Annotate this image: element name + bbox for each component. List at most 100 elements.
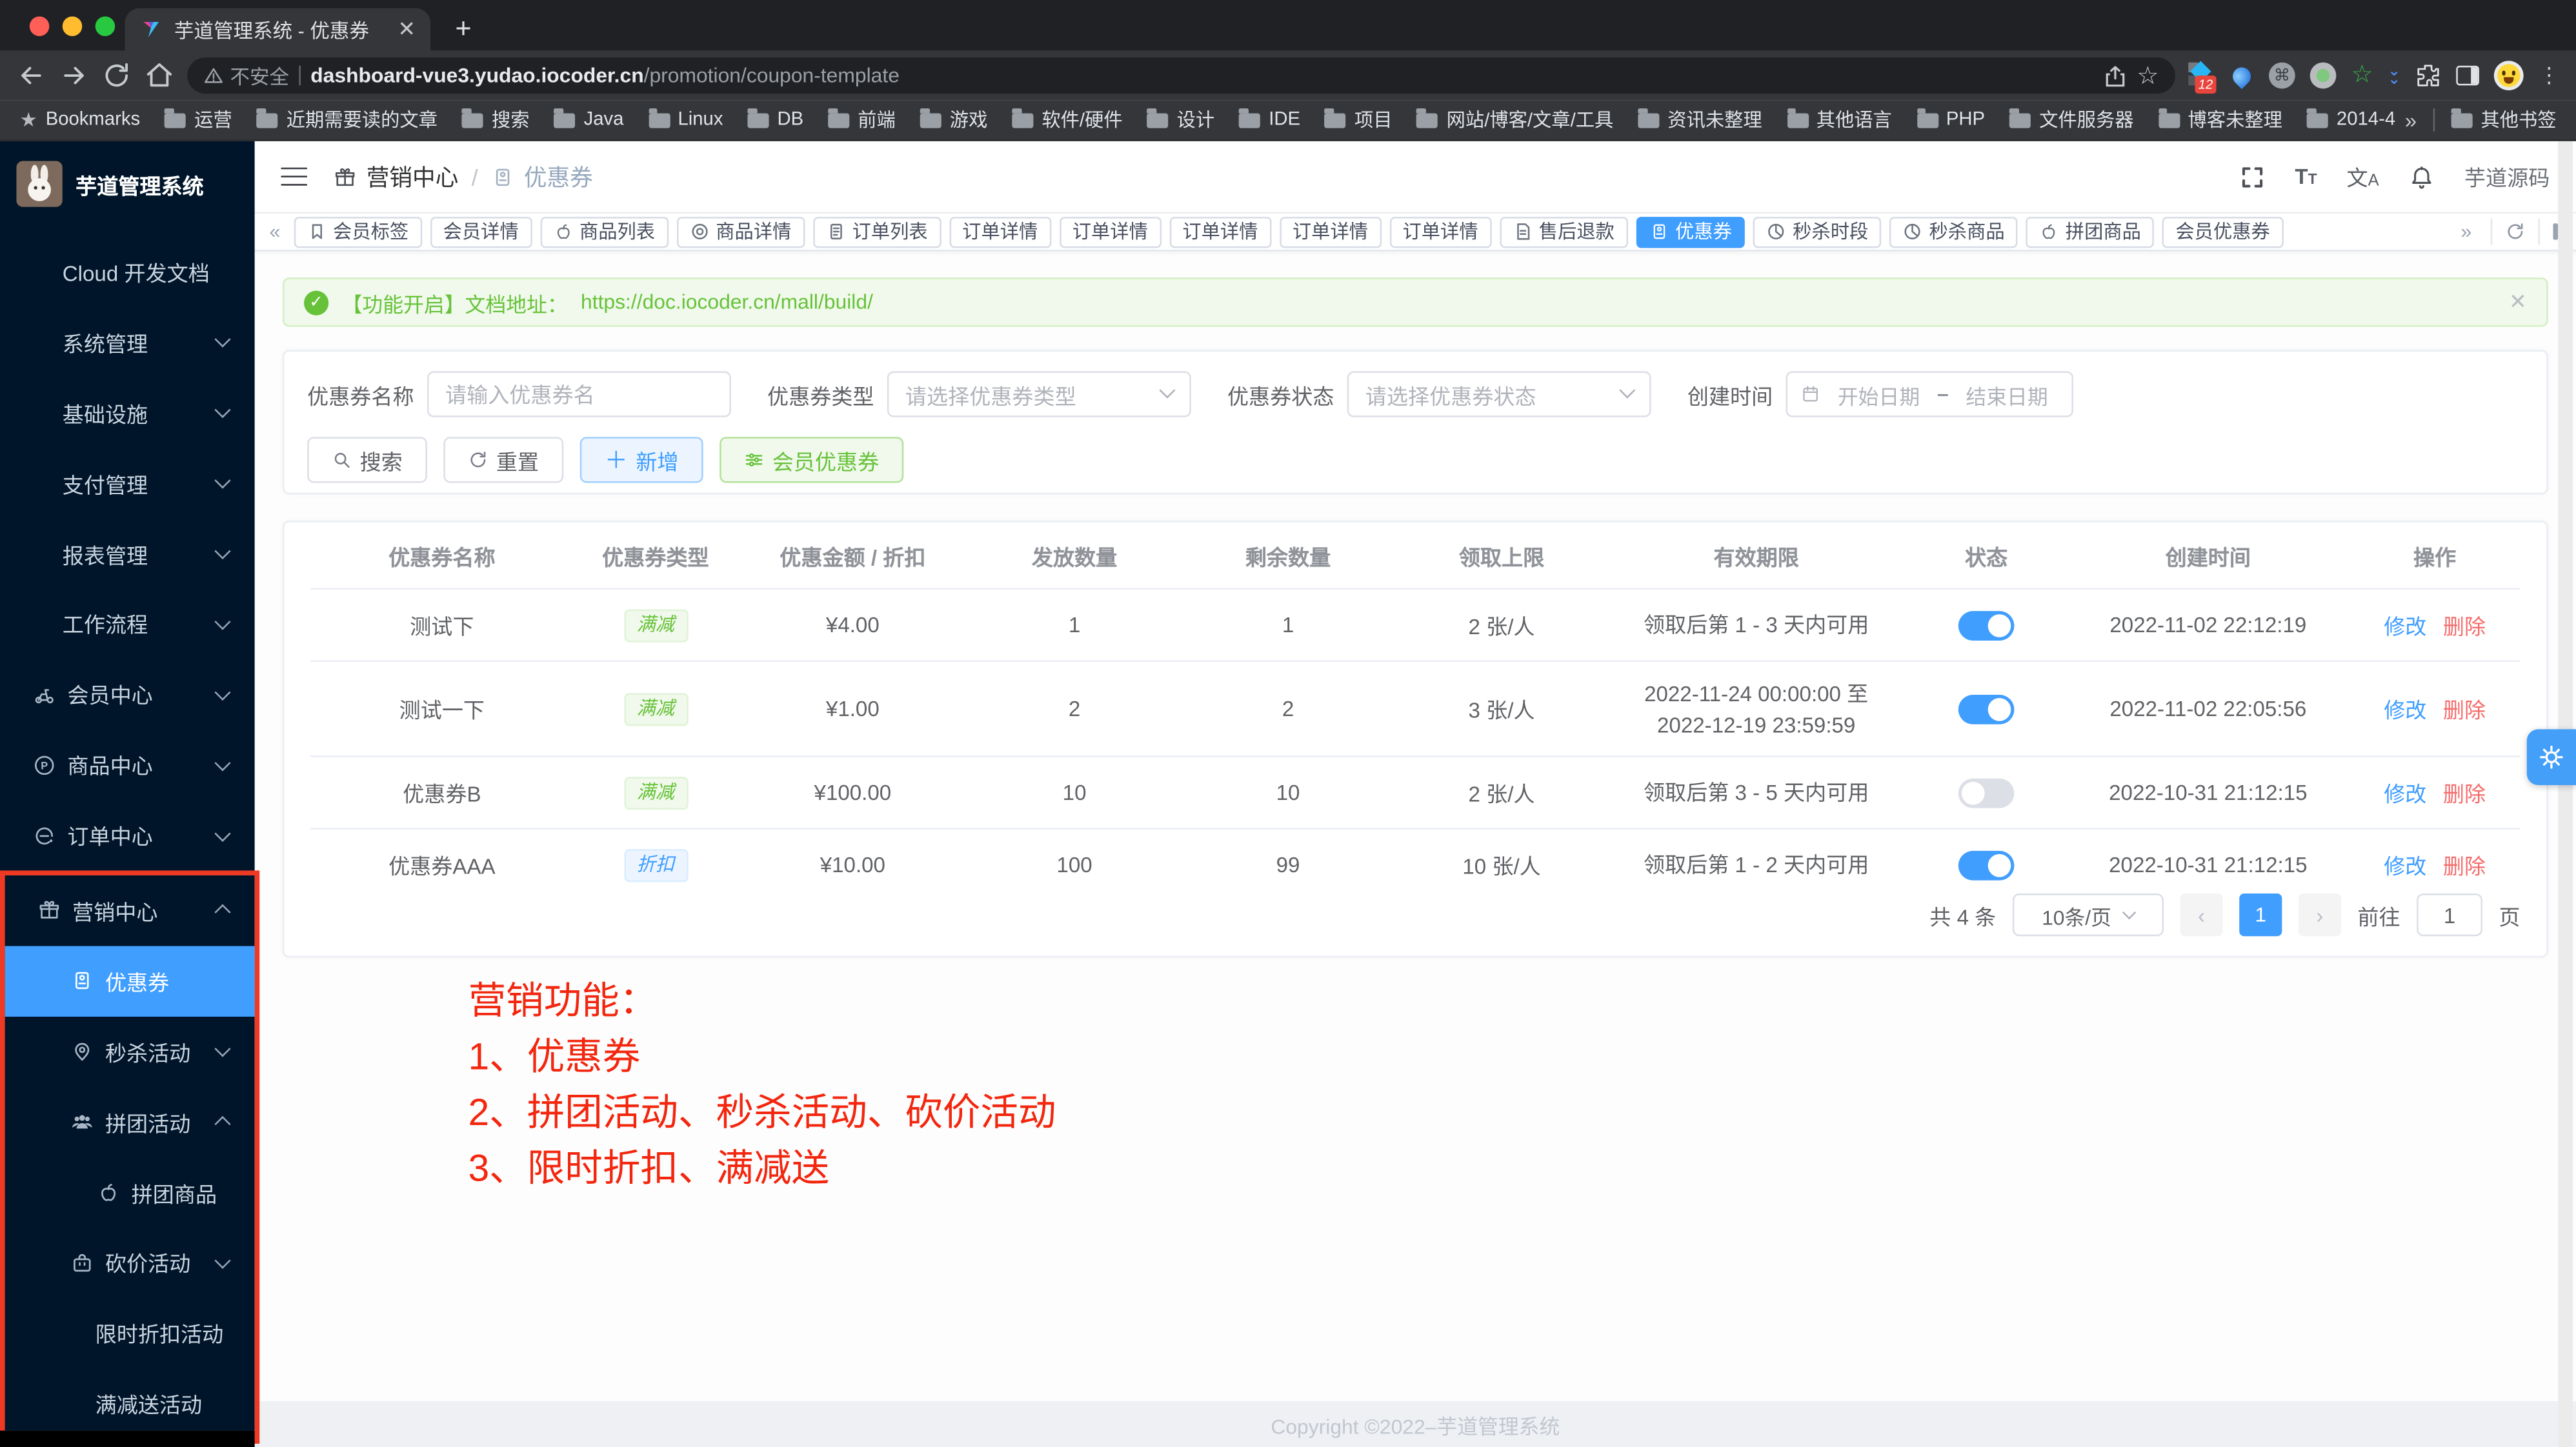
edit-link[interactable]: 修改 — [2384, 614, 2426, 639]
drop-extension-icon[interactable] — [2229, 63, 2255, 88]
bookmark-item[interactable]: DB — [748, 110, 804, 130]
settings-float-button[interactable] — [2527, 729, 2576, 785]
tag-tab-groupon-product[interactable]: 拼团商品 — [2026, 216, 2155, 247]
menu-fold-icon[interactable] — [281, 166, 307, 186]
notice-close-icon[interactable]: ✕ — [2509, 289, 2527, 315]
share-icon[interactable] — [2102, 63, 2127, 88]
notice-link[interactable]: https://doc.iocoder.cn/mall/build/ — [581, 291, 873, 314]
edit-link[interactable]: 修改 — [2384, 782, 2426, 806]
bookmark-item[interactable]: 软件/硬件 — [1012, 106, 1123, 133]
bookmark-item[interactable]: 运营 — [165, 106, 232, 133]
sidebar-item-report[interactable]: 报表管理 — [0, 518, 255, 588]
edit-link[interactable]: 修改 — [2384, 698, 2426, 723]
bookmark-item[interactable]: 设计 — [1147, 106, 1214, 133]
sidebar-item-payment[interactable]: 支付管理 — [0, 448, 255, 518]
bookmark-item[interactable]: 前端 — [828, 106, 895, 133]
refresh-icon[interactable] — [2504, 222, 2524, 242]
sidebar-item-limited-discount[interactable]: 限时折扣活动 — [5, 1298, 255, 1368]
tabs-scroll-left-icon[interactable]: « — [265, 220, 285, 243]
extension-icon[interactable]: 12 — [2188, 63, 2215, 89]
next-page-button[interactable]: › — [2299, 893, 2341, 936]
tag-tab-after-sale-refund[interactable]: 售后退款 — [1500, 216, 1628, 247]
breadcrumb-section[interactable]: 营销中心 — [367, 160, 459, 193]
extensions-puzzle-icon[interactable] — [2415, 63, 2442, 89]
app-logo[interactable]: 芋道管理系统 — [0, 141, 255, 226]
tag-tab-seckill-time[interactable]: 秒杀时段 — [1753, 216, 1882, 247]
home-icon[interactable] — [145, 61, 174, 90]
bookmark-item[interactable]: PHP — [1917, 110, 1985, 130]
sidebar-item-infrastructure[interactable]: 基础设施 — [0, 377, 255, 448]
status-toggle[interactable] — [1958, 778, 2015, 808]
tag-tab-order-detail-3[interactable]: 订单详情 — [1169, 216, 1271, 247]
sidebar-item-coupon[interactable]: 优惠券 — [5, 946, 255, 1016]
tag-tab-order-detail-5[interactable]: 订单详情 — [1389, 216, 1491, 247]
bell-icon[interactable] — [2408, 163, 2435, 190]
status-toggle[interactable] — [1958, 610, 2015, 640]
status-toggle[interactable] — [1958, 694, 2015, 724]
bookmark-item[interactable]: 游戏 — [920, 106, 987, 133]
language-icon[interactable]: 文A — [2346, 161, 2379, 192]
bookmark-item[interactable]: 项目 — [1325, 106, 1392, 133]
member-coupon-button[interactable]: 会员优惠券 — [719, 437, 903, 483]
tag-tab-member-detail[interactable]: 会员详情 — [430, 216, 532, 247]
delete-link[interactable]: 删除 — [2443, 854, 2486, 879]
profile-avatar[interactable] — [2494, 61, 2524, 90]
recorder-extension-icon[interactable] — [2310, 63, 2337, 89]
bookmark-item[interactable]: 其他语言 — [1787, 106, 1892, 133]
bookmark-item[interactable]: Linux — [649, 110, 723, 130]
reset-button[interactable]: 重置 — [443, 437, 563, 483]
sidebar-item-marketing-center[interactable]: 营销中心 — [5, 875, 255, 946]
zoom-window-button[interactable] — [96, 16, 116, 36]
tag-tab-member-coupon[interactable]: 会员优惠券 — [2162, 216, 2283, 247]
tag-tab-order-detail-4[interactable]: 订单详情 — [1280, 216, 1382, 247]
sidebar-item-groupon-product[interactable]: 拼团商品 — [5, 1157, 255, 1228]
sidebar-item-system[interactable]: 系统管理 — [0, 307, 255, 377]
sidebar-item-seckill[interactable]: 秒杀活动 — [5, 1016, 255, 1086]
coupon-status-select[interactable]: 请选择优惠券状态 — [1347, 371, 1651, 417]
tag-tab-seckill-product[interactable]: 秒杀商品 — [1889, 216, 2018, 247]
browser-tab[interactable]: 芋道管理系统 - 优惠券 ✕ — [125, 8, 430, 51]
bookmark-item[interactable]: 资讯未整理 — [1638, 106, 1762, 133]
bookmark-star-icon[interactable]: ☆ — [2137, 61, 2158, 90]
tag-tab-coupon[interactable]: 优惠券 — [1636, 216, 1745, 247]
delete-link[interactable]: 删除 — [2443, 782, 2486, 806]
back-icon[interactable] — [16, 61, 46, 90]
bookmark-item[interactable]: 2014-4 — [2307, 110, 2395, 130]
command-extension-icon[interactable]: ⌘ — [2269, 63, 2295, 89]
tag-tab-product-list[interactable]: 商品列表 — [540, 216, 669, 247]
sidebar-item-workflow[interactable]: 工作流程 — [0, 589, 255, 659]
minimize-window-button[interactable] — [63, 16, 83, 36]
sidebar-item-cloud-docs[interactable]: Cloud 开发文档 — [0, 237, 255, 307]
coupon-type-select[interactable]: 请选择优惠券类型 — [887, 371, 1191, 417]
bookmark-item[interactable]: 搜索 — [462, 106, 529, 133]
page-size-select[interactable]: 10条/页 — [2013, 893, 2164, 936]
tag-tab-member-tag[interactable]: 会员标签 — [294, 216, 422, 247]
bookmark-item[interactable]: 近期需要读的文章 — [257, 106, 438, 133]
page-number-button[interactable]: 1 — [2239, 893, 2282, 936]
delete-link[interactable]: 删除 — [2443, 698, 2486, 723]
edit-link[interactable]: 修改 — [2384, 854, 2426, 879]
sidebar-item-full-reduction[interactable]: 满减送活动 — [5, 1368, 255, 1439]
bookmark-item[interactable]: ★Bookmarks — [20, 108, 141, 132]
tag-tab-product-detail[interactable]: 商品详情 — [676, 216, 805, 247]
tag-tab-order-list[interactable]: 订单列表 — [812, 216, 941, 247]
sidebar-item-order-center[interactable]: 订单中心 — [0, 800, 255, 870]
prev-page-button[interactable]: ‹ — [2180, 893, 2222, 936]
date-range-picker[interactable]: 开始日期 – 结束日期 — [1786, 371, 2074, 417]
bookmark-item[interactable]: 网站/博客/文章/工具 — [1417, 106, 1613, 133]
bookmark-item[interactable]: 文件服务器 — [2009, 106, 2133, 133]
goto-page-input[interactable] — [2417, 893, 2482, 936]
coupon-name-input[interactable] — [427, 371, 731, 417]
chevrons-extension-icon[interactable]: ⌄⌄ — [2388, 67, 2400, 83]
fullscreen-icon[interactable] — [2239, 163, 2266, 190]
side-panel-icon[interactable] — [2456, 66, 2479, 86]
forward-icon[interactable] — [59, 61, 89, 90]
bookmark-item[interactable]: IDE — [1239, 110, 1300, 130]
new-tab-button[interactable]: + — [443, 10, 483, 49]
bookmarks-overflow-icon[interactable]: » — [2405, 108, 2417, 132]
green-star-extension-icon[interactable]: ☆ — [2351, 63, 2373, 89]
bookmark-item[interactable]: 博客未整理 — [2158, 106, 2282, 133]
scrollbar[interactable] — [2558, 141, 2573, 1447]
tabs-scroll-right-icon[interactable]: » — [2456, 220, 2477, 243]
font-size-icon[interactable]: TT — [2295, 165, 2317, 189]
